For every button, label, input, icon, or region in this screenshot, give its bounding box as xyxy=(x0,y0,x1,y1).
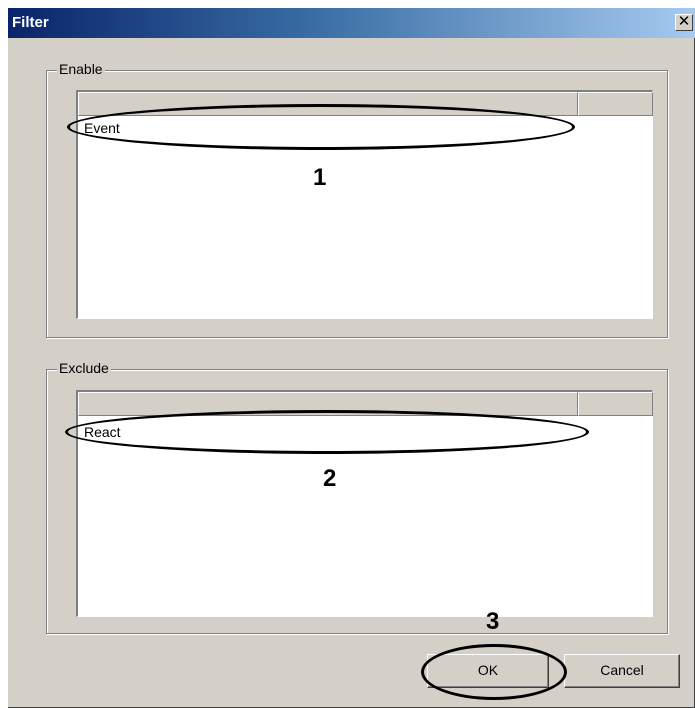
background-strip-top xyxy=(0,0,695,8)
cancel-button[interactable]: Cancel xyxy=(564,654,680,688)
exclude-group: Exclude React xyxy=(46,360,668,634)
annotation-number-1: 1 xyxy=(313,164,327,191)
title-bar[interactable]: Filter ✕ xyxy=(8,8,695,38)
annotation-number-2: 2 xyxy=(323,465,337,492)
exclude-column-header-2[interactable] xyxy=(578,392,653,416)
close-button[interactable]: ✕ xyxy=(675,14,693,31)
enable-group-label: Enable xyxy=(57,61,105,77)
annotation-ellipse-3 xyxy=(421,644,567,700)
annotation-number-3: 3 xyxy=(486,608,500,635)
annotation-ellipse-2 xyxy=(65,410,589,454)
annotation-ellipse-1 xyxy=(67,104,575,150)
exclude-group-label: Exclude xyxy=(57,360,111,376)
close-icon: ✕ xyxy=(677,13,691,30)
window-title: Filter xyxy=(12,14,49,31)
background-strip-left xyxy=(0,0,8,708)
enable-column-header-2[interactable] xyxy=(578,92,653,116)
